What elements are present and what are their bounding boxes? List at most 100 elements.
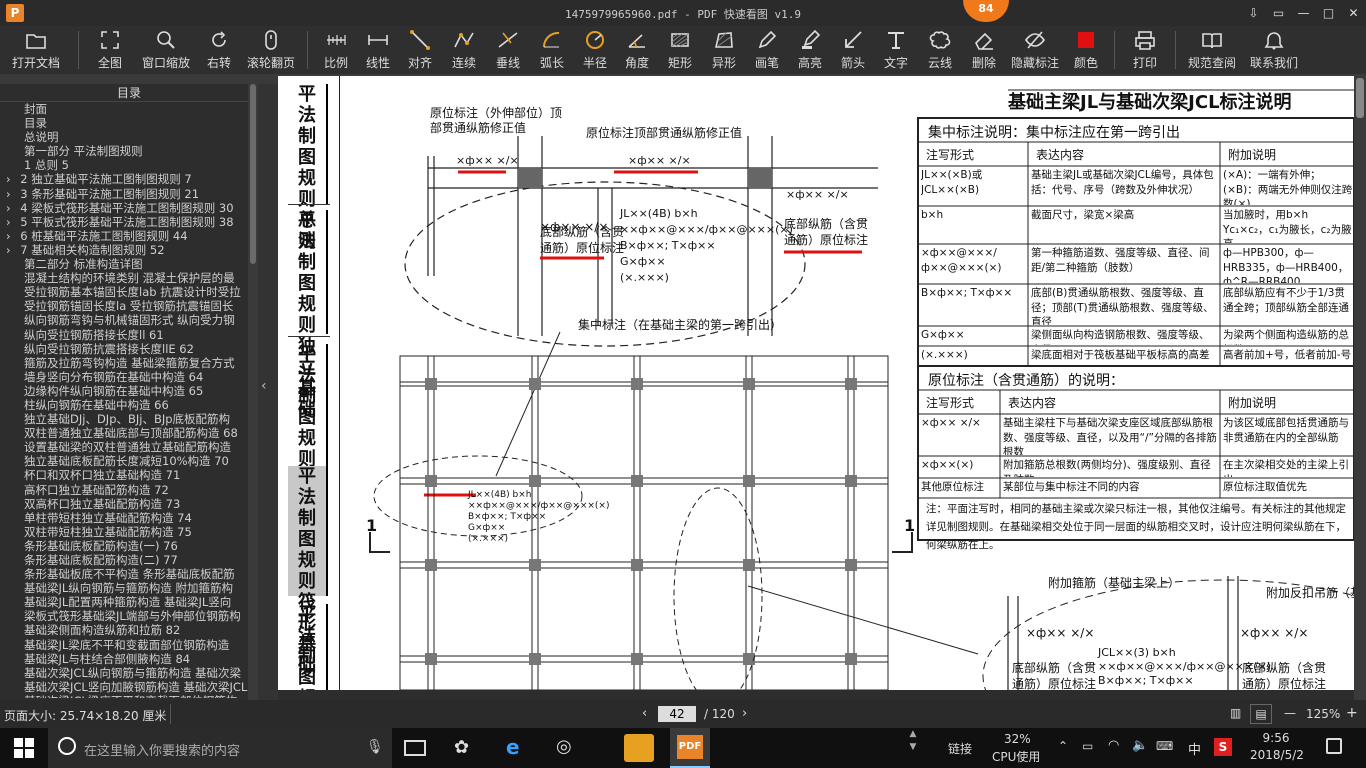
toc-item[interactable]: › 3 条形基础平法施工图制图规则 21 <box>0 187 248 201</box>
toc-item[interactable]: 第一部分 平法制图规则 <box>0 144 248 158</box>
toolbar-button-angle[interactable]: 角度 <box>616 26 658 74</box>
toolbar-button-eraser[interactable]: 删除 <box>962 26 1006 74</box>
notes-app-icon[interactable] <box>624 734 654 762</box>
chevron-right-icon[interactable]: › <box>6 172 14 186</box>
page-number-input[interactable] <box>658 706 696 722</box>
toc-item[interactable]: 边缘构件纵向钢筋在基础中构造 65 <box>0 384 248 398</box>
prev-page-button[interactable]: ‹ <box>642 706 647 721</box>
toolbar-button-arc-length[interactable]: 弧长 <box>530 26 574 74</box>
toc-item[interactable]: 基础梁JL配置两种箍筋构造 基础梁JL竖向 <box>0 595 248 609</box>
toc-item[interactable]: 高杯口独立基础配筋构造 72 <box>0 483 248 497</box>
toc-item[interactable]: 杯口和双杯口独立基础构造 71 <box>0 468 248 482</box>
toc-item[interactable]: 纵向钢筋弯钩与机械锚固形式 纵向受力钢 <box>0 313 248 327</box>
toc-item[interactable]: 封面 <box>0 102 248 116</box>
zoom-out-button[interactable]: — <box>1284 706 1296 720</box>
clock-time[interactable]: 9:56 <box>1254 731 1298 745</box>
toc-item[interactable]: 独立基础底板配筋长度减短10%构造 70 <box>0 454 248 468</box>
download-button[interactable]: ⇩ <box>1241 0 1266 26</box>
skin-button[interactable]: ▭ <box>1266 0 1291 26</box>
toc-item[interactable]: 基础梁侧面构造纵筋和拉筋 82 <box>0 623 248 637</box>
toolbar-button-radius[interactable]: 半径 <box>574 26 616 74</box>
toolbar-button-printer[interactable]: 打印 <box>1121 26 1169 74</box>
maximize-button[interactable]: □ <box>1316 0 1341 26</box>
toolbar-button-hide-annotation[interactable]: 隐藏标注 <box>1006 26 1064 74</box>
toc-item[interactable]: › 5 平板式筏形基础平法施工图制图规则 38 <box>0 215 248 229</box>
volume-icon[interactable]: 🔈 <box>1132 738 1148 753</box>
toolbar-button-highlighter[interactable]: 高亮 <box>788 26 832 74</box>
single-page-view-icon[interactable]: ▥ <box>1230 706 1241 720</box>
toolbar-button-pen[interactable]: 画笔 <box>746 26 788 74</box>
windows-start-icon[interactable] <box>14 738 34 758</box>
chevron-right-icon[interactable]: › <box>6 229 14 243</box>
toolbar-button-perpendicular[interactable]: 垂线 <box>486 26 530 74</box>
page-horizontal-scrollbar[interactable] <box>278 690 1354 700</box>
toc-item[interactable]: 目录 <box>0 116 248 130</box>
wifi-icon[interactable]: ◠ <box>1108 738 1119 753</box>
toc-item[interactable]: › 4 梁板式筏形基础平法施工图制图规则 30 <box>0 201 248 215</box>
network-icon[interactable]: ▭ <box>1082 739 1093 753</box>
continuous-view-icon[interactable]: ▤ <box>1250 704 1272 724</box>
toolbar-button-zoom[interactable]: 窗口缩放 <box>135 26 197 74</box>
notification-center-icon[interactable] <box>1326 738 1342 754</box>
toc-item[interactable]: 1 总则 5 <box>0 158 248 172</box>
chevron-right-icon[interactable]: › <box>6 215 14 229</box>
toolbar-button-color-swatch[interactable]: 颜色 <box>1064 26 1108 74</box>
toc-item[interactable]: 第二部分 标准构造详图 <box>0 257 248 271</box>
toolbar-button-contact[interactable]: 联系我们 <box>1242 26 1306 74</box>
toc-item[interactable]: 基础次梁JCL竖向加腋钢筋构造 基础次梁JCL <box>0 680 248 694</box>
toc-item[interactable]: 墙身竖向分布钢筋在基础中构造 64 <box>0 370 248 384</box>
toc-item[interactable]: 纵向受拉钢筋搭接长度ll 61 <box>0 328 248 342</box>
clock-date[interactable]: 2018/5/2 <box>1250 748 1304 762</box>
app-spiral-icon[interactable]: ◎ <box>556 736 572 757</box>
edge-browser-icon[interactable]: e <box>506 735 520 759</box>
task-view-icon[interactable] <box>404 740 426 756</box>
tray-link[interactable]: 链接 <box>948 740 972 757</box>
toc-item[interactable]: 条形基础板底不平构造 条形基础底板配筋 <box>0 567 248 581</box>
toc-item[interactable]: › 7 基础相关构造制图规则 52 <box>0 243 248 257</box>
toc-item[interactable]: 双柱普通独立基础底部与顶部配筋构造 68 <box>0 426 248 440</box>
toc-item[interactable]: 纵向受拉钢筋抗震搭接长度llE 62 <box>0 342 248 356</box>
toc-item[interactable]: 基础梁JL纵向钢筋与箍筋构造 附加箍筋构 <box>0 581 248 595</box>
minimize-button[interactable]: — <box>1291 0 1316 26</box>
toc-item[interactable]: 箍筋及拉筋弯钩构造 基础梁箍筋复合方式 <box>0 356 248 370</box>
sidebar-scroll-thumb[interactable] <box>250 84 256 264</box>
close-button[interactable]: ✕ <box>1341 0 1366 26</box>
app-pinwheel-icon[interactable]: ✿ <box>454 737 469 758</box>
toc-item[interactable]: › 2 独立基础平法施工图制图规则 7 <box>0 172 248 186</box>
toc-item[interactable]: 基础次梁JCL纵向钢筋与箍筋构造 基础次梁 <box>0 666 248 680</box>
chevron-right-icon[interactable]: › <box>6 187 14 201</box>
toolbar-button-arrow[interactable]: 箭头 <box>832 26 874 74</box>
page-scrollbar[interactable] <box>1354 76 1366 700</box>
toc-item[interactable]: 受拉钢筋基本锚固长度lab 抗震设计时受拉 <box>0 285 248 299</box>
next-page-button[interactable]: › <box>742 706 747 721</box>
toolbar-button-folder[interactable]: 打开文档 <box>0 26 72 74</box>
pdf-app-taskbar-button[interactable]: PDF <box>670 728 710 768</box>
toc-item[interactable]: 设置基础梁的双柱普通独立基础配筋构造 <box>0 440 248 454</box>
toc-item[interactable]: 双柱带短柱独立基础配筋构造 75 <box>0 525 248 539</box>
toc-item[interactable]: 基础次梁JCL梁底不平和变截面部位钢筋构 <box>0 694 248 698</box>
pdf-page[interactable]: 平法制图规则总则 平法制图规则独立基础 平法制图规则条形基础 平法制图规则筏形基… <box>278 76 1354 690</box>
toolbar-button-linear-measure[interactable]: 线性 <box>358 26 398 74</box>
microphone-icon[interactable]: 🎙 <box>366 739 384 755</box>
toolbar-button-text[interactable]: 文字 <box>874 26 918 74</box>
toc-item[interactable]: 受拉钢筋锚固长度la 受拉钢筋抗震锚固长 <box>0 299 248 313</box>
toolbar-button-rectangle[interactable]: 矩形 <box>658 26 702 74</box>
toc-item[interactable]: 柱纵向钢筋在基础中构造 66 <box>0 398 248 412</box>
toolbar-button-fit-full[interactable]: 全图 <box>85 26 135 74</box>
chevron-right-icon[interactable]: › <box>6 201 14 215</box>
taskbar-scroll[interactable]: ▲ ▼ <box>906 728 920 768</box>
sidebar-collapse-handle[interactable]: ‹ <box>258 84 278 700</box>
toolbar-button-rotate-right[interactable]: 右转 <box>197 26 241 74</box>
toc-item[interactable]: 基础梁JL与柱结合部侧腋构造 84 <box>0 652 248 666</box>
toolbar-button-scale[interactable]: 比例 <box>314 26 358 74</box>
toc-item[interactable]: 混凝土结构的环境类别 混凝土保护层的最 <box>0 271 248 285</box>
toc-item[interactable]: 基础梁JL梁底不平和变截面部位钢筋构造 <box>0 638 248 652</box>
toolbar-button-continuous-measure[interactable]: 连续 <box>442 26 486 74</box>
toc-item[interactable]: › 6 桩基础平法施工图制图规则 44 <box>0 229 248 243</box>
toc-item[interactable]: 条形基础底板配筋构造(二) 77 <box>0 553 248 567</box>
sogou-ime-icon[interactable]: S <box>1214 738 1232 756</box>
toolbar-button-book[interactable]: 规范查阅 <box>1182 26 1242 74</box>
zoom-in-button[interactable]: + <box>1346 705 1358 721</box>
toc-item[interactable]: 单柱带短柱独立基础配筋构造 74 <box>0 511 248 525</box>
page-scroll-thumb[interactable] <box>1356 78 1364 118</box>
